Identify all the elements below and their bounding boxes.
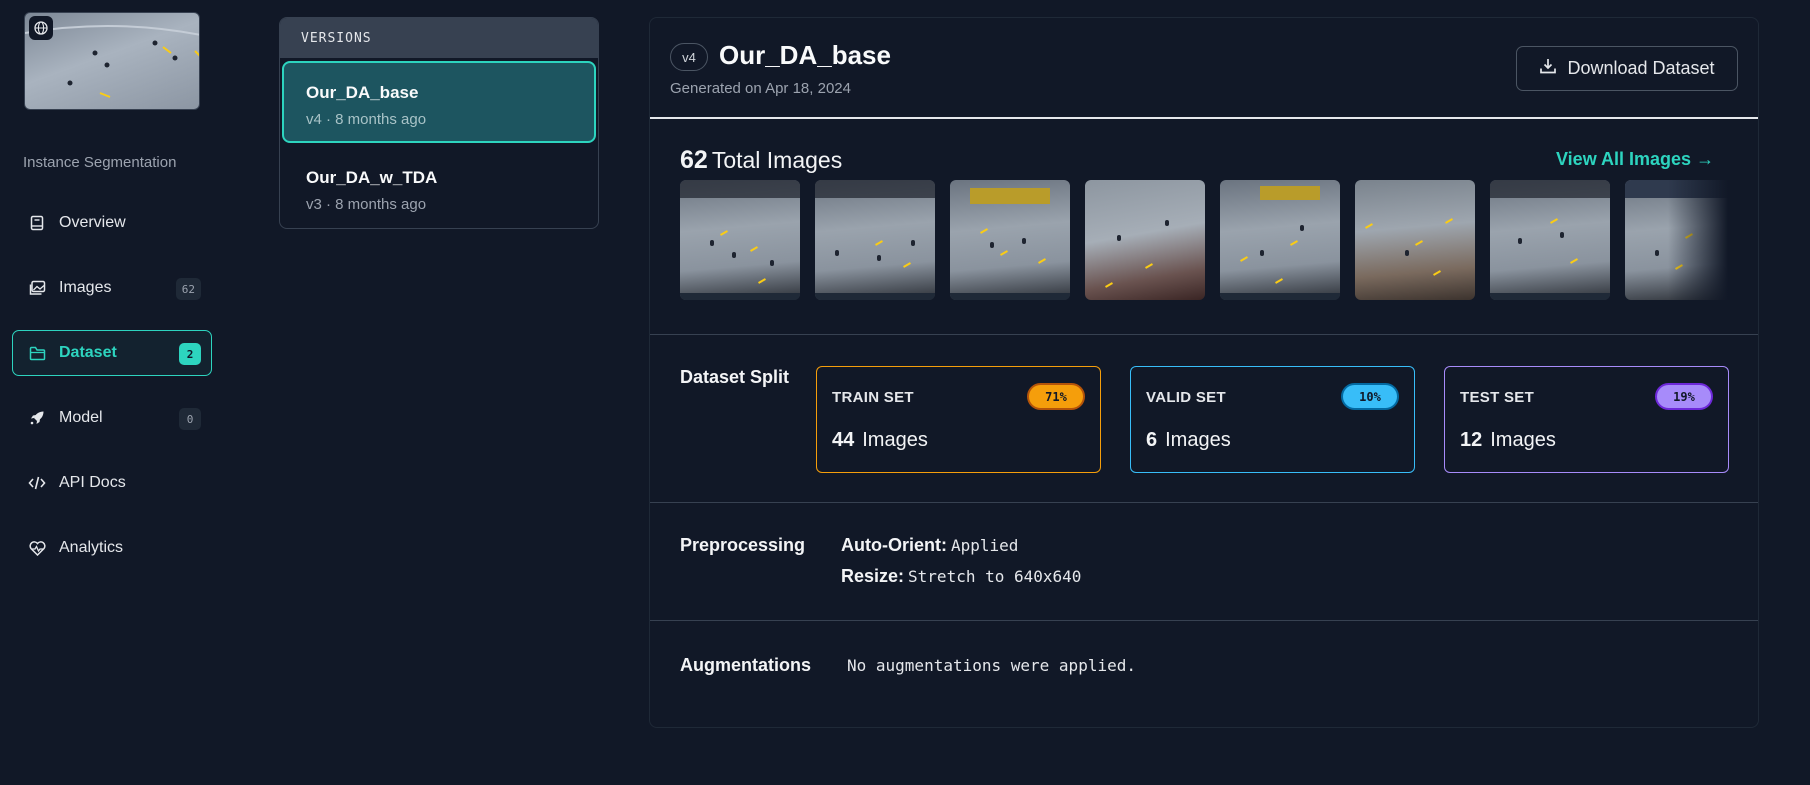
split-name: TRAIN SET bbox=[832, 389, 914, 406]
split-count: 12 Images bbox=[1460, 429, 1556, 452]
sidebar-item-label: Images bbox=[59, 279, 112, 296]
image-thumbnail[interactable] bbox=[1220, 180, 1340, 300]
split-count: 6 Images bbox=[1146, 429, 1231, 452]
version-meta: v4 · 8 months ago bbox=[306, 111, 427, 128]
version-meta: v3 · 8 months ago bbox=[306, 196, 427, 213]
model-count-badge: 0 bbox=[179, 408, 201, 430]
total-images: 62 Total Images bbox=[680, 146, 842, 175]
sidebar-item-overview[interactable]: Overview bbox=[12, 200, 212, 246]
folder-icon bbox=[27, 343, 47, 363]
total-images-label: Total Images bbox=[711, 147, 843, 173]
download-dataset-button[interactable]: Download Dataset bbox=[1516, 46, 1738, 91]
version-name: Our_DA_base bbox=[306, 83, 419, 102]
generated-date: Generated on Apr 18, 2024 bbox=[670, 80, 851, 97]
images-section: 62 Total Images View All Images → bbox=[650, 119, 1758, 335]
test-set-card: TEST SET 19% 12 Images bbox=[1444, 366, 1729, 473]
dataset-split-label: Dataset Split bbox=[680, 367, 790, 387]
sidebar-item-model[interactable]: Model 0 bbox=[12, 395, 212, 441]
page-title: Our_DA_base bbox=[719, 40, 891, 70]
split-name: TEST SET bbox=[1460, 389, 1535, 406]
preprocessing-auto-orient: Auto-Orient: Applied bbox=[841, 535, 1018, 556]
split-percent-badge: 71% bbox=[1027, 383, 1085, 410]
project-thumbnail[interactable] bbox=[24, 12, 200, 110]
split-count-value: 44 bbox=[832, 429, 855, 451]
augmentations-text: No augmentations were applied. bbox=[847, 656, 1136, 675]
image-thumbnail[interactable] bbox=[680, 180, 800, 300]
image-thumbnail[interactable] bbox=[1490, 180, 1610, 300]
heart-pulse-icon bbox=[27, 538, 47, 558]
image-icon bbox=[27, 278, 47, 298]
image-thumbnail[interactable] bbox=[815, 180, 935, 300]
preprocessing-key: Resize: bbox=[841, 566, 905, 586]
version-item-v3[interactable]: Our_DA_w_TDA v3 · 8 months ago bbox=[282, 146, 596, 228]
download-icon bbox=[1539, 57, 1557, 80]
image-thumbnail[interactable] bbox=[1355, 180, 1475, 300]
dataset-count-badge: 2 bbox=[179, 343, 201, 365]
rocket-icon bbox=[27, 408, 47, 428]
dataset-version-card: v4 Our_DA_base Generated on Apr 18, 2024… bbox=[649, 17, 1759, 728]
image-thumbnail[interactable] bbox=[950, 180, 1070, 300]
sidebar-item-images[interactable]: Images 62 bbox=[12, 265, 212, 311]
preprocessing-value: Stretch to 640x640 bbox=[908, 567, 1082, 586]
image-thumbnail[interactable] bbox=[1085, 180, 1205, 300]
sidebar-item-label: Model bbox=[59, 409, 103, 426]
split-name: VALID SET bbox=[1146, 389, 1226, 406]
split-percent-badge: 10% bbox=[1341, 383, 1399, 410]
version-badge: v4 bbox=[670, 43, 708, 71]
sidebar-nav: Overview Images 62 Dataset 2 Model 0 API… bbox=[12, 200, 212, 590]
versions-panel: VERSIONS Our_DA_base v4 · 8 months ago O… bbox=[279, 17, 599, 229]
image-thumbnail[interactable] bbox=[1625, 180, 1728, 300]
image-thumbnail-strip[interactable] bbox=[680, 180, 1728, 300]
globe-icon bbox=[29, 16, 53, 40]
valid-set-card: VALID SET 10% 6 Images bbox=[1130, 366, 1415, 473]
preprocessing-label: Preprocessing bbox=[680, 535, 806, 555]
split-percent-badge: 19% bbox=[1655, 383, 1713, 410]
sidebar-item-label: Overview bbox=[59, 214, 126, 231]
sidebar-item-label: Dataset bbox=[59, 344, 117, 361]
total-images-count: 62 bbox=[680, 146, 708, 174]
sidebar-item-dataset[interactable]: Dataset 2 bbox=[12, 330, 212, 376]
versions-header: VERSIONS bbox=[280, 18, 598, 58]
code-icon bbox=[27, 473, 47, 493]
split-count-value: 12 bbox=[1460, 429, 1483, 451]
sidebar-item-label: Analytics bbox=[59, 539, 124, 556]
images-count-badge: 62 bbox=[175, 278, 201, 300]
book-icon bbox=[27, 213, 47, 233]
split-count-unit: Images bbox=[1165, 429, 1231, 451]
split-count-value: 6 bbox=[1146, 429, 1158, 451]
version-header: v4 Our_DA_base Generated on Apr 18, 2024… bbox=[650, 18, 1758, 119]
dataset-split-section: Dataset Split TRAIN SET 71% 44 Images VAL… bbox=[650, 335, 1758, 503]
download-label: Download Dataset bbox=[1567, 58, 1715, 78]
train-set-card: TRAIN SET 71% 44 Images bbox=[816, 366, 1101, 473]
preprocessing-key: Auto-Orient: bbox=[841, 535, 947, 555]
preprocessing-section: Preprocessing Auto-Orient: Applied Resize… bbox=[650, 503, 1758, 621]
augmentations-section: Augmentations No augmentations were appl… bbox=[650, 621, 1758, 721]
version-item-v4[interactable]: Our_DA_base v4 · 8 months ago bbox=[282, 61, 596, 143]
preprocessing-value: Applied bbox=[950, 536, 1019, 555]
version-name: Our_DA_w_TDA bbox=[306, 168, 438, 187]
sidebar-item-api-docs[interactable]: API Docs bbox=[12, 460, 212, 506]
sidebar: Instance Segmentation Overview Images 62… bbox=[0, 0, 230, 785]
augmentations-label: Augmentations bbox=[680, 655, 812, 675]
sidebar-item-analytics[interactable]: Analytics bbox=[12, 525, 212, 571]
split-count-unit: Images bbox=[862, 429, 928, 451]
project-type-label: Instance Segmentation bbox=[23, 154, 177, 171]
view-all-images-link[interactable]: View All Images → bbox=[1556, 149, 1714, 170]
split-count: 44 Images bbox=[832, 429, 928, 452]
split-count-unit: Images bbox=[1490, 429, 1556, 451]
preprocessing-resize: Resize: Stretch to 640x640 bbox=[841, 566, 1081, 587]
sidebar-item-label: API Docs bbox=[59, 474, 126, 491]
